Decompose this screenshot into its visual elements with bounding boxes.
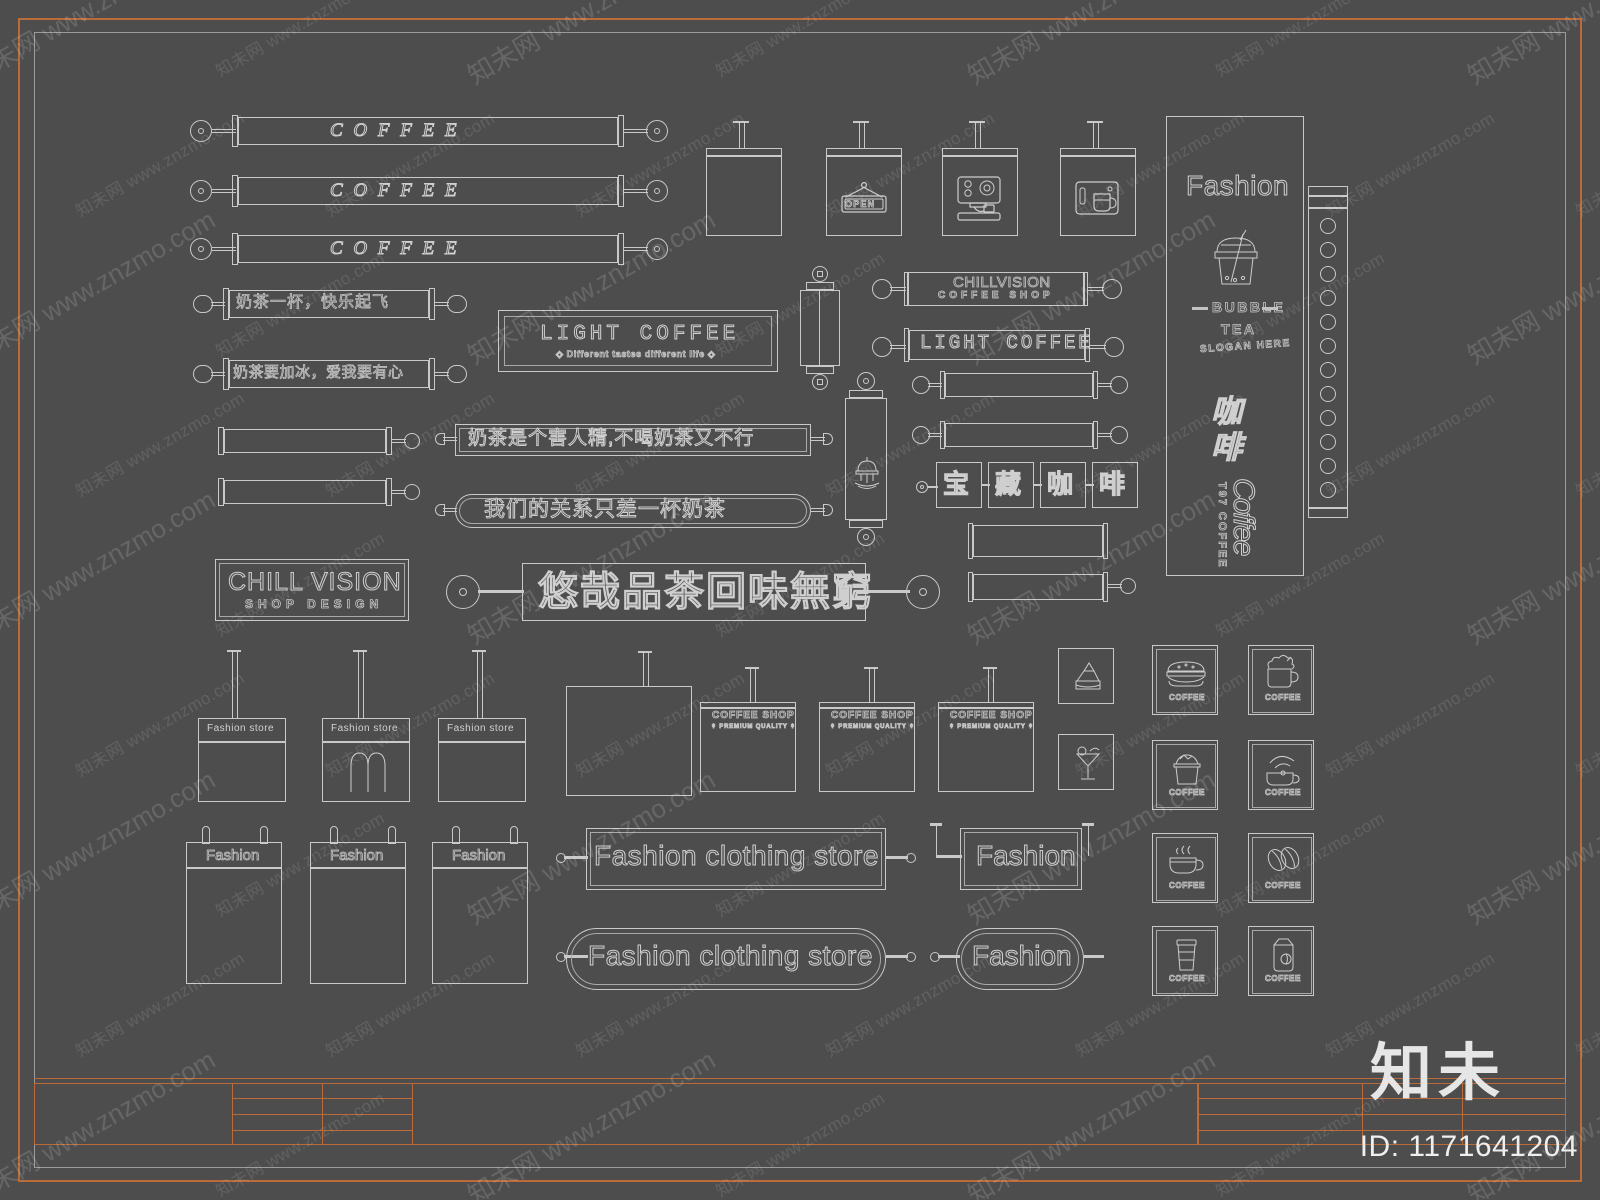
coffee-bag-icon [1273,938,1294,972]
icon-tile-label: COFFEE [1265,881,1302,890]
ladder-hole [1320,386,1336,402]
fashion-banner-label: Fashion [976,840,1077,871]
fashion-lower-label: Fashion [206,847,260,864]
icon-tile-iced-drink[interactable]: COFFEE [1152,740,1218,810]
fashion-clothing-label: Fashion clothing store [588,940,873,971]
treasure-box-label: 藏 [994,469,1022,499]
milktea-rail-label: 奶茶要加冰，爱我要有心 [233,364,404,381]
icon-tile-coffee-beans[interactable]: COFFEE [1248,833,1314,903]
bubble-tea-cup-icon [1214,229,1258,285]
steaming-cup-icon [1169,845,1204,874]
chill-vision-title: CHILL VISION [228,568,402,596]
treasure-box-label: 啡 [1098,469,1126,499]
pylon-chinese-2: 啡 [1211,430,1243,465]
small-icon-tile-cake[interactable] [1058,648,1114,704]
coffee-rail-label: C O F F E E [330,120,460,141]
pylon-script: Coffee [1227,477,1261,555]
icon-tile-steaming-cup[interactable]: COFFEE [1152,833,1218,903]
icon-tile-label: COFFEE [1265,788,1302,797]
drawing-id-label: ID: 1171641204 [1359,1130,1578,1163]
tea-character-icon [854,457,880,489]
chinese-banner-label: 奶茶是个害人精,不喝奶茶又不行 [467,428,755,449]
coffee-shop-sign-title: COFFEE SHOP [950,710,1033,721]
ladder-hole [1320,362,1336,378]
ladder-hole [1320,338,1336,354]
ladder-hole [1320,218,1336,234]
ladder-hole [1320,410,1336,426]
icon-tile-takeaway-cup[interactable]: COFFEE [1152,926,1218,996]
coffee-rail-label: C O F F E E [330,238,460,259]
fashion-clothing-label: Fashion clothing store [594,840,879,871]
open-sign-label: OPEN [845,199,876,209]
pylon-brand-line2: TEA [1221,321,1257,337]
treasure-box-1: 宝 [936,462,982,508]
takeaway-cup-icon [1176,939,1197,971]
ladder-hole [1320,314,1336,330]
light-coffee-rail-title: LIGHT COFFEE [920,332,1093,354]
cake-slice-icon [1075,662,1101,690]
coffee-shop-sign-subtitle: ↟ PREMIUM QUALITY ↟ [711,724,796,731]
coffee-maker-icon [1075,181,1119,215]
fashion-store-label: Fashion store [447,723,515,734]
icon-tile-coffee-bag[interactable]: COFFEE [1248,926,1314,996]
icon-tile-burger[interactable]: COFFEE [1152,645,1218,715]
wifi-coffee-icon [1266,756,1300,786]
ladder-hole [1320,266,1336,282]
treasure-box-2: 藏 [988,462,1034,508]
icon-tile-hot-drink[interactable]: COFFEE [1248,645,1314,715]
treasure-box-label: 咖 [1046,469,1074,499]
chillvision-subtitle: COFFEE SHOP [938,290,1054,301]
icon-tile-label: COFFEE [1169,881,1206,890]
icon-tile-label: COFFEE [1169,693,1206,702]
light-coffee-subtitle: ◈ Different tastes different life ◈ [556,349,716,359]
ladder-hole [1320,290,1336,306]
fashion-store-label: Fashion store [207,723,275,734]
light-coffee-title: LIGHT COFFEE [539,323,740,346]
coffee-shop-sign-subtitle: ↟ PREMIUM QUALITY ↟ [830,724,915,731]
big-tea-banner-label: 悠哉品茶回味無窮 [538,570,874,614]
pylon-brand-line1: BUBBLE [1212,299,1286,315]
icon-tile-label: COFFEE [1169,974,1206,983]
treasure-box-3: 咖 [1040,462,1086,508]
cocktail-glass-icon [1075,746,1101,780]
hot-whipped-drink-icon [1267,655,1299,688]
fashion-banner-label: Fashion [972,940,1073,971]
treasure-box-4: 啡 [1092,462,1138,508]
icon-tile-label: COFFEE [1169,788,1206,797]
espresso-machine-icon [957,176,1001,221]
icon-tile-wifi-coffee[interactable]: COFFEE [1248,740,1314,810]
coffee-shop-sign-title: COFFEE SHOP [831,710,914,721]
treasure-box-label: 宝 [942,469,970,499]
chinese-banner-label: 我们的关系只差一杯奶茶 [484,498,726,521]
ladder-hole [1320,458,1336,474]
burger-icon [1166,661,1206,687]
chill-vision-subtitle: SHOP DESIGN [245,597,384,611]
ladder-hole [1320,482,1336,498]
fashion-lower-label: Fashion [330,847,384,864]
fashion-lower-label: Fashion [452,847,506,864]
pylon-chinese-1: 咖 [1211,394,1243,429]
pylon-top-label: Fashion [1185,170,1290,201]
iced-drink-icon [1173,754,1201,785]
ladder-hole [1320,242,1336,258]
coffee-rail-label: C O F F E E [330,180,460,201]
site-logo: 知未 [1369,1039,1506,1108]
pylon-vertical-label: T97 COFFEE [1216,482,1229,569]
m-logo-icon [350,752,386,792]
icon-tile-label: COFFEE [1265,974,1302,983]
ladder-hole [1320,434,1336,450]
cad-drawing-canvas: C O F F E E C O F F E E C O F F E E 奶茶一杯… [0,0,1600,1200]
icon-tile-label: COFFEE [1265,693,1302,702]
coffee-beans-icon [1267,847,1300,871]
coffee-shop-sign-title: COFFEE SHOP [712,710,795,721]
chillvision-title: CHILLVISION [953,274,1051,291]
fashion-store-label: Fashion store [331,723,399,734]
coffee-shop-sign-subtitle: ↟ PREMIUM QUALITY ↟ [949,724,1034,731]
milktea-rail-label: 奶茶一杯，快乐起飞 [236,294,390,311]
small-icon-tile-cocktail[interactable] [1058,734,1114,790]
